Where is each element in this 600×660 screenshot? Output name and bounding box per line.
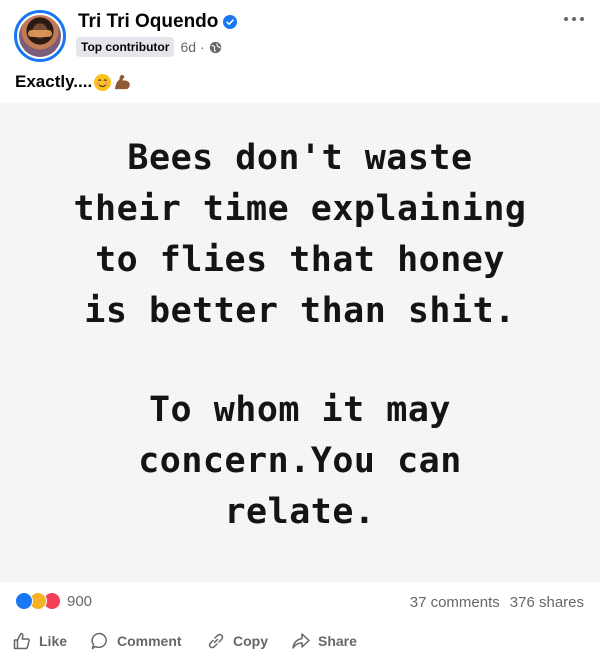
flexed-biceps-emoji [115, 74, 130, 89]
quote-line: is better than shit. [84, 291, 516, 331]
copy-button[interactable]: Copy [206, 631, 268, 651]
post-stats: 900 37 comments 376 shares [0, 590, 600, 616]
thumbs-up-icon [13, 632, 30, 650]
top-contributor-badge[interactable]: Top contributor [76, 37, 175, 57]
comment-label: Comment [117, 633, 182, 649]
copy-label: Copy [233, 633, 268, 649]
more-options-icon[interactable] [564, 12, 584, 26]
comment-icon [91, 632, 107, 650]
comments-count[interactable]: 37 comments [410, 594, 500, 611]
share-label: Share [318, 633, 357, 649]
meta-separator: · [200, 39, 205, 55]
quote-line: to flies that honey [95, 240, 505, 280]
quote-line: concern.You can [138, 441, 462, 481]
like-reaction-icon [15, 592, 33, 610]
link-icon [208, 633, 224, 649]
post-caption: Exactly.... [15, 72, 132, 92]
quote-line: relate. [224, 492, 376, 532]
like-button[interactable]: Like [12, 631, 67, 651]
reactions-summary[interactable]: 900 [15, 592, 92, 610]
shares-count[interactable]: 376 shares [510, 594, 584, 611]
post-header: Tri Tri Oquendo Top contributor 6d · [0, 0, 600, 70]
post-meta: Top contributor 6d · [76, 37, 222, 57]
post-time[interactable]: 6d [180, 39, 196, 55]
smiling-face-emoji [94, 73, 112, 91]
globe-icon [209, 41, 221, 53]
quote-block-1: Bees don't waste their time explaining t… [0, 133, 600, 337]
quote-block-2: To whom it may concern.You can relate. [0, 385, 600, 538]
like-label: Like [39, 633, 68, 649]
avatar[interactable] [14, 10, 66, 62]
reaction-count: 900 [67, 592, 93, 610]
comments-shares: 37 comments 376 shares [410, 594, 584, 611]
comment-button[interactable]: Comment [90, 631, 182, 651]
post-actions: Like Comment Copy Share [0, 624, 600, 658]
author-name[interactable]: Tri Tri Oquendo [78, 11, 218, 33]
quote-line: To whom it may [148, 390, 451, 430]
share-arrow-icon [292, 633, 310, 649]
caption-text: Exactly.... [15, 72, 93, 91]
quote-line: Bees don't waste [127, 138, 473, 178]
author-name-row: Tri Tri Oquendo [78, 11, 238, 33]
verified-badge-icon [223, 15, 238, 29]
post-image[interactable]: Bees don't waste their time explaining t… [0, 103, 600, 582]
avatar-photo [19, 15, 61, 57]
share-button[interactable]: Share [291, 631, 357, 651]
quote-line: their time explaining [73, 189, 527, 229]
